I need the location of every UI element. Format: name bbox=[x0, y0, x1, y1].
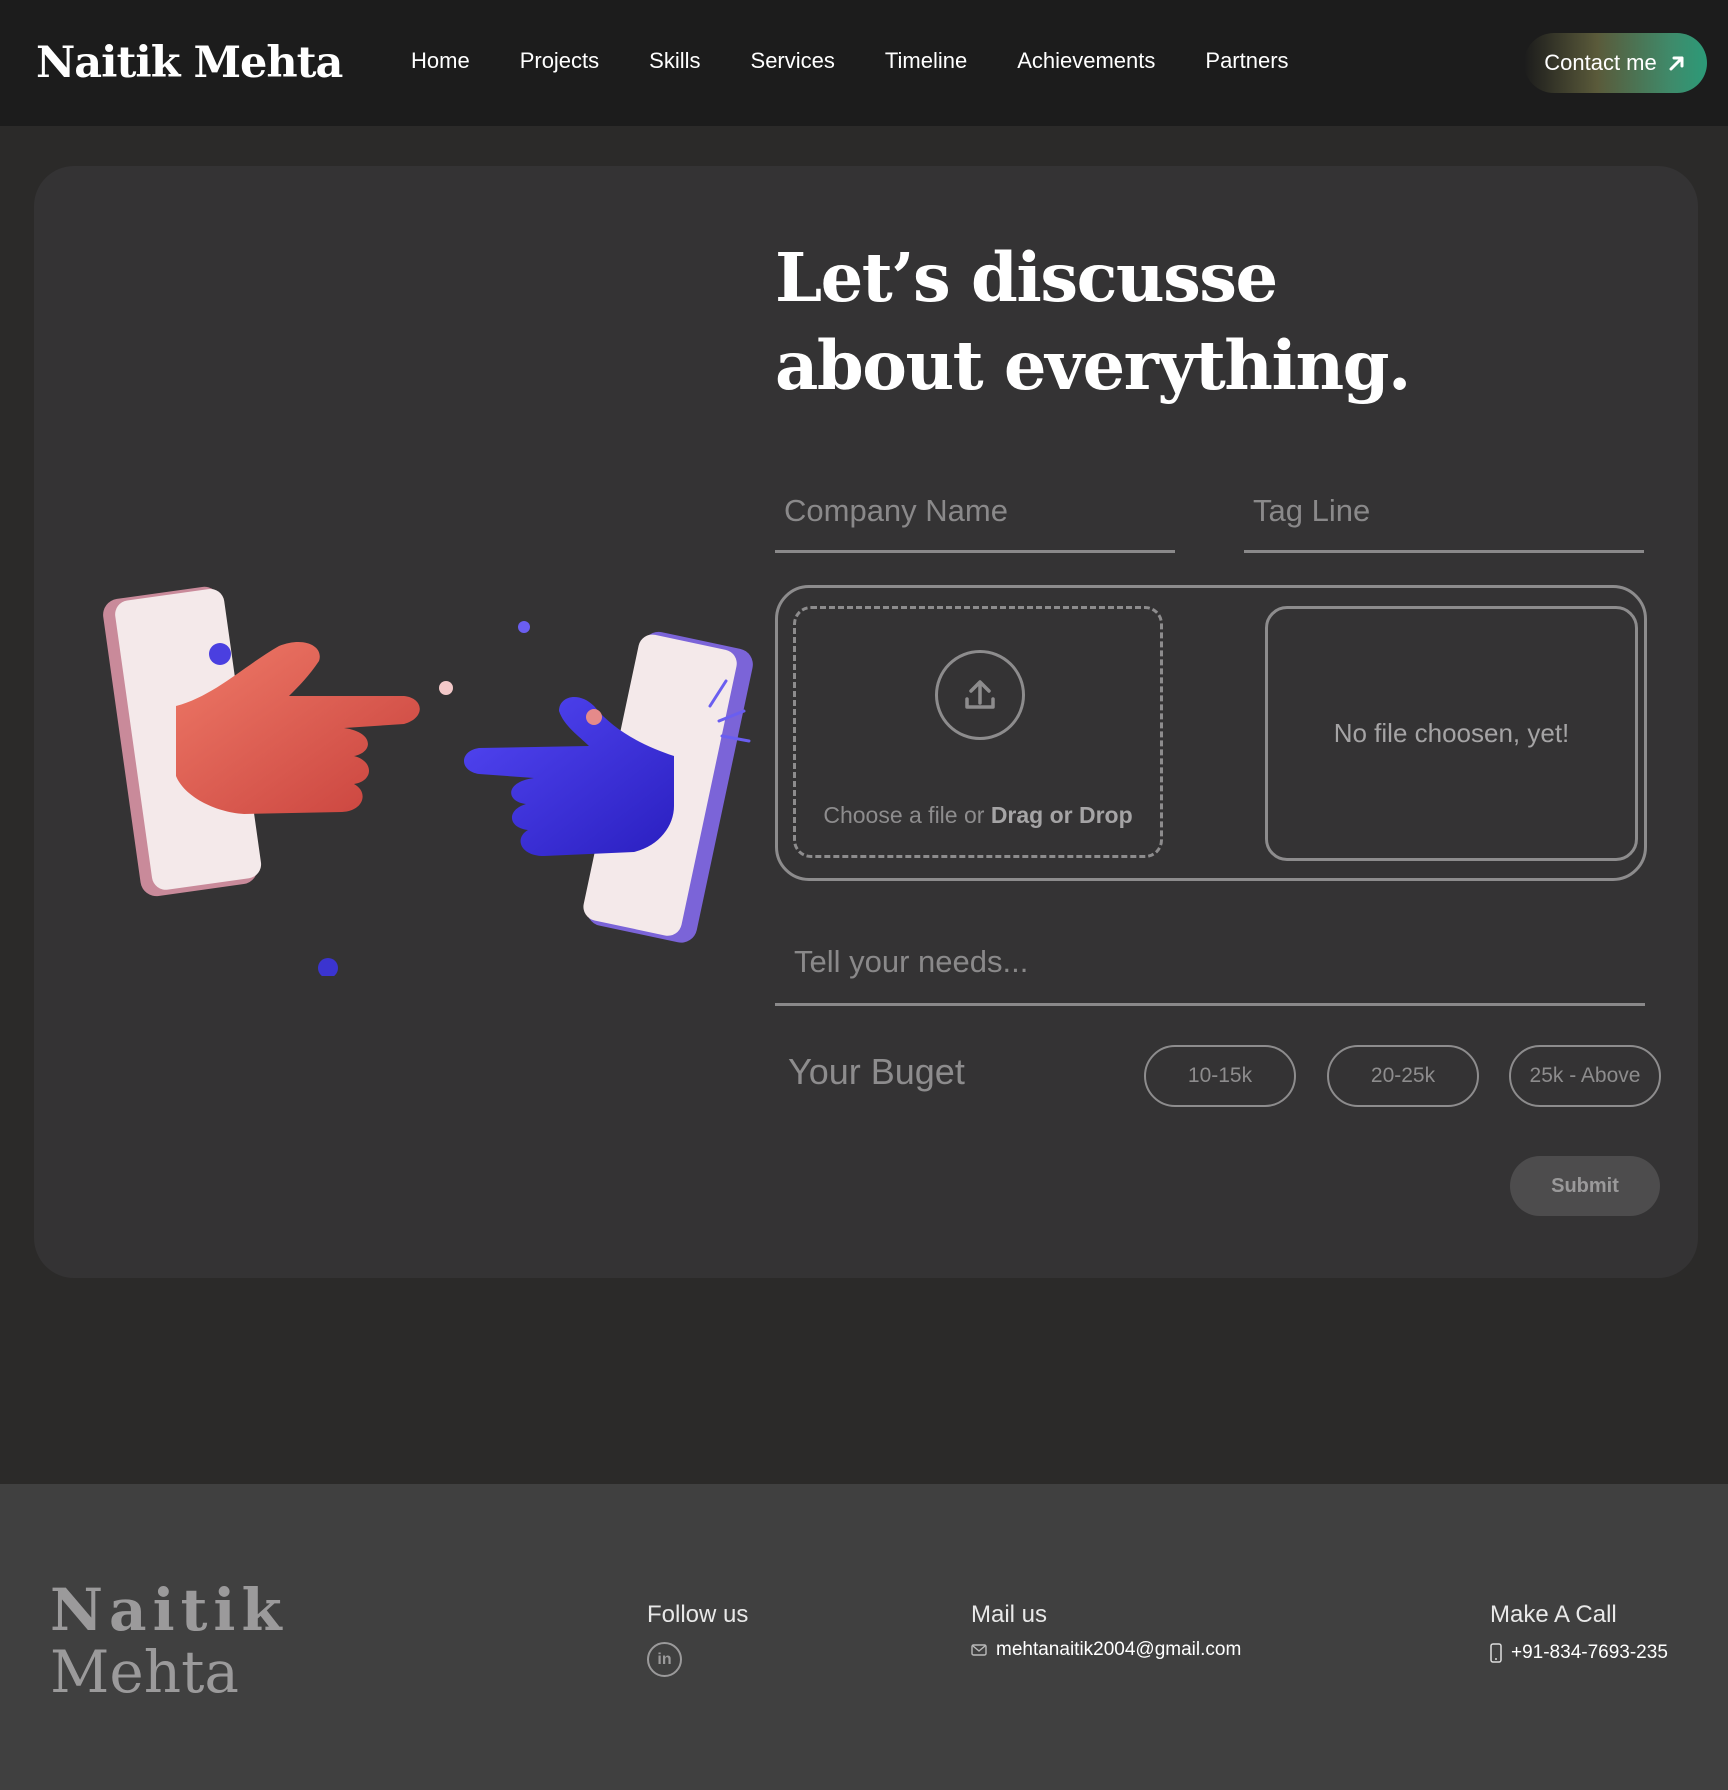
tag-line-input[interactable] bbox=[1244, 476, 1644, 546]
nav-timeline[interactable]: Timeline bbox=[885, 48, 967, 74]
file-status-text: No file choosen, yet! bbox=[1333, 718, 1570, 748]
phone-icon bbox=[1490, 1643, 1502, 1663]
email-link[interactable]: mehtanaitik2004@gmail.com bbox=[971, 1639, 1241, 1661]
phone-link[interactable]: +91-834-7693-235 bbox=[1490, 1642, 1668, 1664]
mail-us-title: Mail us bbox=[971, 1601, 1048, 1628]
brand-logo[interactable]: Naitik Mehta bbox=[36, 38, 343, 88]
headline-line-1: Let’s discusse bbox=[775, 238, 1278, 317]
arrow-up-right-icon bbox=[1669, 56, 1684, 71]
contact-me-button[interactable]: Contact me bbox=[1524, 33, 1707, 93]
nav-services[interactable]: Services bbox=[751, 48, 835, 74]
dropzone-text: Choose a file or Drag or Drop bbox=[796, 802, 1160, 829]
main-menu: Home Projects Skills Services Timeline A… bbox=[411, 48, 1339, 74]
needs-input[interactable] bbox=[775, 926, 1645, 998]
linkedin-icon[interactable]: in bbox=[647, 1642, 682, 1677]
contact-card: Let’s discusse about everything. Choose … bbox=[34, 166, 1698, 1278]
file-status-box: No file choosen, yet! bbox=[1265, 606, 1638, 861]
mail-icon bbox=[971, 1644, 987, 1656]
budget-option-20-25k[interactable]: 20-25k bbox=[1327, 1045, 1479, 1107]
top-navbar: Naitik Mehta Home Projects Skills Servic… bbox=[0, 0, 1728, 126]
nav-projects[interactable]: Projects bbox=[520, 48, 599, 74]
footer-brand-line-2: Mehta bbox=[50, 1638, 239, 1706]
file-dropzone[interactable]: Choose a file or Drag or Drop bbox=[793, 606, 1163, 858]
nav-achievements[interactable]: Achievements bbox=[1017, 48, 1155, 74]
footer-brand-line-1: Naitik bbox=[50, 1576, 288, 1644]
phone-number: +91-834-7693-235 bbox=[1511, 1642, 1668, 1663]
dropzone-text-regular: Choose a file or bbox=[823, 802, 985, 828]
nav-skills[interactable]: Skills bbox=[649, 48, 700, 74]
submit-button[interactable]: Submit bbox=[1510, 1156, 1660, 1216]
handshake-phones-illustration bbox=[103, 586, 753, 976]
budget-label: Your Buget bbox=[788, 1051, 965, 1092]
follow-us-title: Follow us bbox=[647, 1601, 749, 1628]
budget-option-10-15k[interactable]: 10-15k bbox=[1144, 1045, 1296, 1107]
make-a-call-title: Make A Call bbox=[1490, 1601, 1617, 1628]
nav-home[interactable]: Home bbox=[411, 48, 470, 74]
needs-field bbox=[775, 926, 1645, 1006]
tag-line-field bbox=[1244, 476, 1644, 553]
dropzone-text-bold: Drag or Drop bbox=[990, 802, 1133, 828]
email-address: mehtanaitik2004@gmail.com bbox=[996, 1639, 1242, 1660]
page-headline: Let’s discusse about everything. bbox=[775, 234, 1411, 410]
nav-partners[interactable]: Partners bbox=[1205, 48, 1288, 74]
company-name-field bbox=[775, 476, 1175, 553]
company-name-input[interactable] bbox=[775, 476, 1175, 546]
headline-line-2: about everything. bbox=[775, 326, 1411, 405]
budget-option-25k-above[interactable]: 25k - Above bbox=[1509, 1045, 1661, 1107]
file-upload-section: Choose a file or Drag or Drop No file ch… bbox=[775, 585, 1647, 881]
site-footer: Naitik Mehta Follow us in Mail us mehtan… bbox=[0, 1484, 1728, 1790]
upload-icon bbox=[935, 650, 1025, 740]
contact-me-label: Contact me bbox=[1544, 50, 1657, 75]
